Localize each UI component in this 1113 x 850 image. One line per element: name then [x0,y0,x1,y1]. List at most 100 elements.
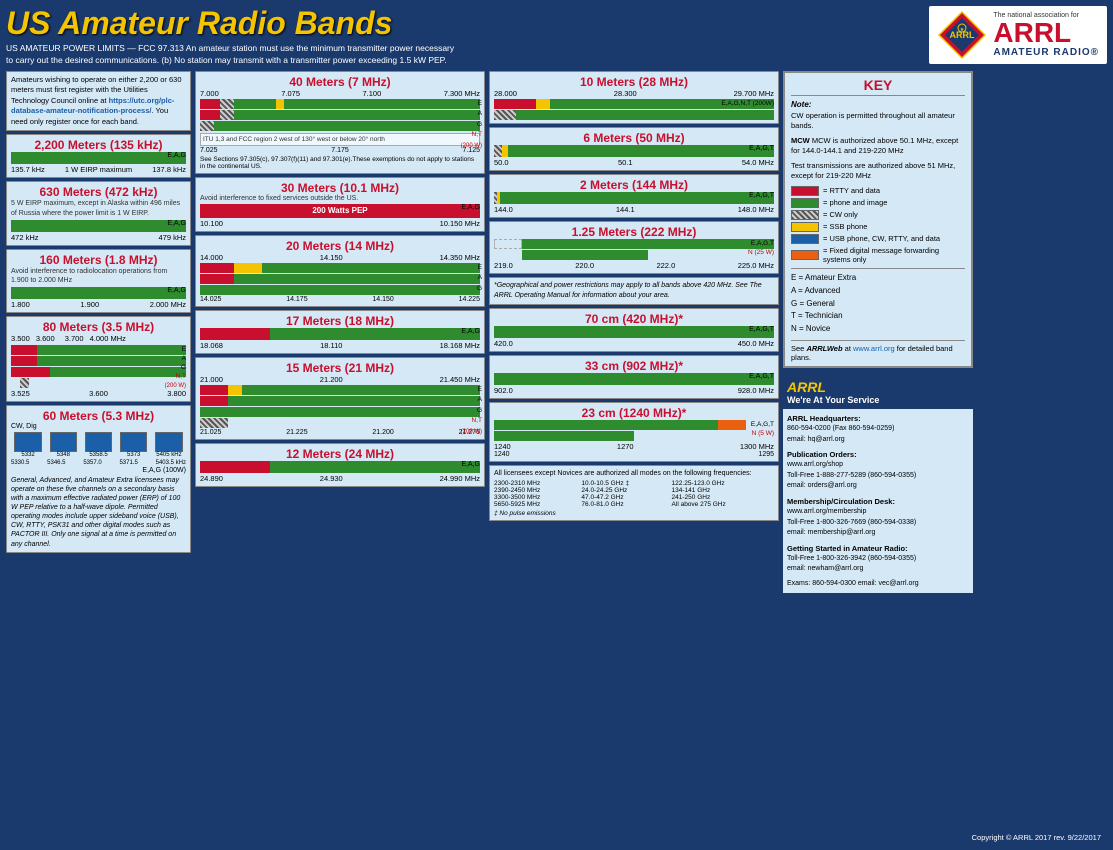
band-15m-title: 15 Meters (21 MHz) [200,361,480,375]
subtitle-line1: US AMATEUR POWER LIMITS — FCC 97.313 An … [6,43,454,53]
band-70cm-freqs: 420.0 450.0 MHz [494,339,774,348]
license-e: E = Amateur Extra [791,272,965,285]
pub-phone: Toll-Free 1-888-277-5289 (860-594-0355) [787,471,969,482]
band-15m: 15 Meters (21 MHz) 21.000 21.200 21.450 … [195,357,485,440]
main-container: US Amateur Radio Bands US AMATEUR POWER … [0,0,1113,850]
new-label: Getting Started in Amateur Radio: [787,543,969,554]
right-column: 10 Meters (28 MHz) 28.000 28.300 29.700 … [489,71,779,829]
band-40m: 40 Meters (7 MHz) 7.000 7.075 7.100 7.30… [195,71,485,174]
new-email: email: newham@arrl.org [787,564,969,575]
legend-phone: = phone and image [791,198,965,208]
arrl-logo: ARRL ★ The national association for ARRL… [929,6,1107,64]
key-cw-note: CW operation is permitted throughout all… [791,111,965,132]
copyright-bar: Copyright © ARRL 2017 rev. 9/22/2017 [6,831,1107,844]
page-title: US Amateur Radio Bands [6,6,929,41]
band-60m-sub-freqs: 5330.55346.55357.05371.55403.5 kHz [11,460,186,466]
arrl-diamond-icon: ARRL ★ [937,10,987,60]
license-n: N = Novice [791,323,965,336]
band-70cm: 70 cm (420 MHz)* E,A,G,T 420.0 450.0 MHz [489,308,779,352]
key-note-title: Note: [791,100,965,109]
legend-rtty: = RTTY and data [791,186,965,196]
band-60m-cw: CW, Dig [11,423,37,430]
usb-swatch [791,234,819,244]
band-12m-freqs: 24.890 24.930 24.990 MHz [200,474,480,483]
freq-table: 2300-2310 MHz10.0-10.5 GHz ‡122.25-123.0… [494,480,774,508]
phone-label: = phone and image [823,198,887,207]
svg-text:★: ★ [960,27,965,33]
left-column: Amateurs wishing to operate on either 2,… [6,71,191,829]
band-80m-freqs: 3.525 3.600 3.800 [11,389,186,398]
band-125m-title: 1.25 Meters (222 MHz) [494,225,774,239]
band-12m-title: 12 Meters (24 MHz) [200,447,480,461]
license-a: A = Advanced [791,285,965,298]
exam-info: Exams: 860-594-0300 email: vec@arrl.org [787,579,969,590]
pub-web: www.arrl.org/shop [787,460,969,471]
band-33cm-title: 33 cm (902 MHz)* [494,359,774,373]
band-17m: 17 Meters (18 MHz) E,A,G 18.068 18.110 1… [195,310,485,354]
key-box: KEY Note: CW operation is permitted thro… [783,71,973,368]
band-40m-sub-freqs: 7.025 7.175 7.125 [200,147,480,154]
legend-ssb: = SSB phone [791,222,965,232]
allband-note: All licensees except Novices are authori… [494,469,774,479]
intro-text: Amateurs wishing to operate on either 2,… [11,75,182,126]
usb-label: = USB phone, CW, RTTY, and data [823,234,940,243]
band-10m: 10 Meters (28 MHz) 28.000 28.300 29.700 … [489,71,779,124]
band-60m: 60 Meters (5.3 MHz) CW, Dig 5332 5348 [6,405,191,553]
memb-email: email: membership@arrl.org [787,528,969,539]
band-12m: 12 Meters (24 MHz) E,A,G 24.890 24.930 2… [195,443,485,487]
header-row: US Amateur Radio Bands US AMATEUR POWER … [6,6,1107,67]
band-60m-title: 60 Meters (5.3 MHz) [11,409,186,423]
key-test-note: Test transmissions are authorized above … [791,161,965,182]
key-title: KEY [791,77,965,96]
arrl-amateur-radio: AMATEUR RADIO® [993,47,1099,58]
band-30m-title: 30 Meters (10.1 MHz) [200,181,480,195]
license-legend: E = Amateur Extra A = Advanced G = Gener… [791,268,965,336]
arrl-text: The national association for ARRL AMATEU… [993,12,1099,58]
phone-swatch [791,198,819,208]
band-12m-license: E,A,G [461,461,480,468]
band-17m-title: 17 Meters (18 MHz) [200,314,480,328]
band-23cm: 23 cm (1240 MHz)* E,A,G,TN (5 W) [489,402,779,462]
band-10m-title: 10 Meters (28 MHz) [494,75,774,89]
ssb-label: = SSB phone [823,222,867,231]
middle-column: 40 Meters (7 MHz) 7.000 7.075 7.100 7.30… [195,71,485,829]
pub-email: email: orders@arrl.org [787,481,969,492]
arrl-service-header: ARRL We're At Your Service [783,375,973,409]
band-160m: 160 Meters (1.8 MHz) Avoid interference … [6,249,191,313]
ssb-swatch [791,222,819,232]
band-2m: 2 Meters (144 MHz) E,A,G,T 144.0 144.1 1… [489,174,779,218]
band-33cm-freqs: 902.0 928.0 MHz [494,386,774,395]
band-30m-freqs: 10.100 10.150 MHz [200,219,480,228]
hq-section: ARRL Headquarters: 860-594-0200 (Fax 860… [787,413,969,445]
band-30m-license: E,A,G [461,204,480,211]
band-60m-license: E,A,G (100W) [142,467,186,474]
band-160m-license: E,A,G [167,287,186,294]
band-2m-license: E,A,G,T [749,192,774,199]
arrl-service-block: ARRL We're At Your Service ARRL Headquar… [783,371,973,594]
band-630m-note: 5 W EIRP maximum, except in Alaska withi… [11,199,186,217]
band-630m-title: 630 Meters (472 kHz) [11,185,186,199]
pub-label: Publication Orders: [787,449,969,460]
new-phone: Toll-Free 1-800-326-3942 (860-594-0355) [787,554,969,565]
band-20m: 20 Meters (14 MHz) 14.000 14.150 14.350 … [195,235,485,307]
band-80m-title: 80 Meters (3.5 MHz) [11,320,186,334]
legend-cw: = CW only [791,210,965,220]
new-section: Getting Started in Amateur Radio: Toll-F… [787,543,969,575]
hq-phone: 860-594-0200 (Fax 860-594-0259) [787,424,969,435]
band-20m-sub-freqs: 14.025 14.175 14.150 14.225 [200,296,480,303]
band-160m-freqs: 1.800 1.900 2.000 MHz [11,300,186,309]
title-block: US Amateur Radio Bands US AMATEUR POWER … [6,6,929,67]
band-2200m: 2,200 Meters (135 kHz) E,A,G 135.7 kHz 1… [6,134,191,178]
rtty-swatch [791,186,819,196]
arrl-name: ARRL [993,19,1099,47]
band-630m-license: E,A,G [167,220,186,227]
band-80m: 80 Meters (3.5 MHz) 3.500 3.600 3.700 4.… [6,316,191,402]
memb-web: www.arrl.org/membership [787,507,969,518]
arrlweb-note: See ARRLWeb at www.arrl.org for detailed… [791,340,965,362]
band-17m-license: E,A,G [461,328,480,335]
band-630m-freqs: 472 kHz 479 kHz [11,233,186,242]
band-6m-freqs: 50.0 50.1 54.0 MHz [494,158,774,167]
band-160m-title: 160 Meters (1.8 MHz) [11,253,186,267]
pub-section: Publication Orders: www.arrl.org/shop To… [787,449,969,492]
band-30m-note: Avoid interference to fixed services out… [200,195,480,202]
